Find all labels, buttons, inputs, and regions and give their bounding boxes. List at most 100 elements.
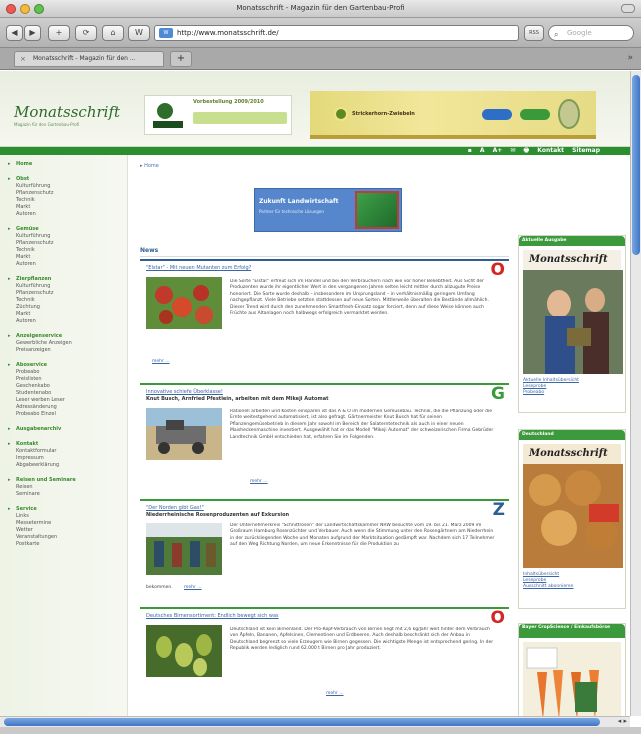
read-more-link[interactable]: mehr ... — [184, 585, 202, 590]
nav-item-link[interactable]: Pflanzenschutz — [16, 290, 127, 297]
forward-button[interactable]: ▶ — [24, 25, 41, 41]
window-titlebar: Monatsschrift - Magazin für den Gartenba… — [0, 0, 641, 18]
scroll-arrows-icon[interactable]: ◂ ▸ — [618, 717, 627, 725]
nav-item-link[interactable]: Pflanzenschutz — [16, 190, 127, 197]
nav-item-link[interactable]: Pflanzenschutz — [16, 240, 127, 247]
nav-item-link[interactable]: Autoren — [16, 211, 127, 218]
nav-heading-link[interactable]: Anzeigenservice — [8, 333, 127, 340]
new-tab-button[interactable]: + — [170, 51, 192, 67]
subscribe-link[interactable]: Ausschnitt abonnieren — [519, 584, 625, 590]
news-heading: News — [140, 247, 159, 254]
address-bar[interactable]: W http://www.monatsschrift.de/ — [154, 25, 519, 41]
nav-item-link[interactable]: Autoren — [16, 261, 127, 268]
nav-item-link[interactable]: Gewerbliche Anzeigen — [16, 340, 127, 347]
nav-item-link[interactable]: Markt — [16, 311, 127, 318]
read-more-link[interactable]: mehr ... — [250, 479, 268, 484]
nav-item-link[interactable]: Markt — [16, 254, 127, 261]
nav-item-link[interactable]: Technik — [16, 197, 127, 204]
nav-section: Reisen und SeminareReisenSeminare — [8, 477, 127, 498]
read-more-link[interactable]: mehr ... — [152, 359, 170, 364]
tab-bar: × Monatsschrift - Magazin für den ... + … — [0, 48, 641, 70]
nav-item-link[interactable]: Adressänderung — [16, 404, 127, 411]
site-tools[interactable]: ▪ A A+ ✉ 🖶 Kontakt Sitemap — [468, 147, 600, 155]
nav-item-link[interactable]: Technik — [16, 247, 127, 254]
nav-item-link[interactable]: Postkarte — [16, 541, 127, 548]
promo-banner[interactable]: Zukunft Landwirtschaft Partner für techn… — [254, 188, 402, 232]
rss-icon[interactable]: RSS — [524, 25, 544, 41]
article-title-link[interactable]: "Elstar" - Mit neuen Mutanten zum Erfolg… — [146, 265, 251, 271]
nav-item-link[interactable]: Leser werben Leser — [16, 397, 127, 404]
nav-item-link[interactable]: Studentenabo — [16, 390, 127, 397]
nav-item-link[interactable]: Probeabo — [16, 369, 127, 376]
article-title-link[interactable]: Deutsches Birnensortiment: Endlich beweg… — [146, 613, 279, 619]
nav-item-link[interactable]: Seminare — [16, 491, 127, 498]
ad-banner-left[interactable]: Vorbestellung 2009/2010 — [144, 95, 292, 135]
nav-item-link[interactable]: Markt — [16, 204, 127, 211]
tab-overflow-icon[interactable]: » — [627, 53, 633, 63]
nav-section: ZierpflanzenKulturführungPflanzenschutzT… — [8, 276, 127, 325]
box-heading: Bayer CropScience / Einkaufsbörse — [519, 624, 625, 638]
nav-item-link[interactable]: Autoren — [16, 318, 127, 325]
vertical-scroll-thumb[interactable] — [632, 75, 640, 255]
article-title-link[interactable]: "Der Norden gibt Gas!" — [146, 505, 204, 511]
nav-heading-link[interactable]: Ausgabenarchiv — [8, 426, 127, 433]
reload-button[interactable]: ⟳ — [75, 25, 97, 41]
add-bookmark-button[interactable]: + — [48, 25, 70, 41]
nav-item-link[interactable]: Preislisten — [16, 376, 127, 383]
ad-banner-right-text: Strickerhorn-Zwiebeln — [352, 111, 415, 117]
ad-banner-right[interactable]: Strickerhorn-Zwiebeln — [310, 91, 596, 139]
nav-item-link[interactable]: Impressum — [16, 455, 127, 462]
trial-subscription-link[interactable]: Probeabo — [519, 390, 625, 396]
nav-item-link[interactable]: Geschenkabo — [16, 383, 127, 390]
home-button[interactable]: ⌂ — [102, 25, 124, 41]
ad-banner-left-text: Vorbestellung 2009/2010 — [193, 99, 264, 105]
search-field[interactable]: ⌕ Google — [548, 25, 634, 41]
site-icon-button[interactable]: W — [128, 25, 150, 41]
close-tab-icon[interactable]: × — [20, 52, 26, 66]
nav-item-link[interactable]: Kulturführung — [16, 283, 127, 290]
nav-item-link[interactable]: Veranstaltungen — [16, 534, 127, 541]
carrots-ad-image[interactable] — [523, 642, 621, 716]
nav-item-link[interactable]: Links — [16, 513, 127, 520]
nav-heading-link[interactable]: Obst — [8, 176, 127, 183]
nav-item-link[interactable]: Kontaktformular — [16, 448, 127, 455]
apples-image — [146, 277, 222, 329]
back-button[interactable]: ◀ — [6, 25, 23, 41]
horizontal-scrollbar[interactable]: ◂ ▸ — [0, 716, 630, 727]
magazine-cover-image[interactable]: Monatsschrift — [523, 250, 623, 374]
nav-item-link[interactable]: Reisen — [16, 484, 127, 491]
nav-heading-link[interactable]: Zierpflanzen — [8, 276, 127, 283]
nav-item-link[interactable]: Probeabo Einzel — [16, 411, 127, 418]
nav-item-link[interactable]: Technik — [16, 297, 127, 304]
cover-photo — [523, 270, 623, 374]
nav-heading-link[interactable]: Kontakt — [8, 441, 127, 448]
category-letter: O — [490, 260, 505, 280]
nav-heading-link[interactable]: Aboservice — [8, 362, 127, 369]
nav-section: Ausgabenarchiv — [8, 426, 127, 433]
nav-item-link[interactable]: Kulturführung — [16, 233, 127, 240]
nav-item-link[interactable]: Züchtung — [16, 304, 127, 311]
tab-monatsschrift[interactable]: × Monatsschrift - Magazin für den ... — [14, 51, 164, 67]
site-toolbar: ▪ A A+ ✉ 🖶 Kontakt Sitemap — [0, 147, 630, 155]
magazine-cover-image[interactable]: Monatsschrift — [523, 444, 623, 568]
nav-section: AnzeigenserviceGewerbliche AnzeigenPreis… — [8, 333, 127, 354]
nav-item-link[interactable]: Preisanzeigen — [16, 347, 127, 354]
nav-item-link[interactable]: Messetermine — [16, 520, 127, 527]
breadcrumb[interactable]: Home — [140, 163, 159, 169]
news-article: "Elstar" - Mit neuen Mutanten zum Erfolg… — [140, 259, 509, 373]
article-title-link[interactable]: Innovative schiefe Überklasse! — [146, 389, 223, 395]
toolbar-toggle-button[interactable] — [621, 4, 635, 13]
vertical-scrollbar[interactable] — [630, 71, 641, 716]
nav-heading-link[interactable]: Reisen und Seminare — [8, 477, 127, 484]
read-more-link[interactable]: mehr ... — [326, 691, 344, 696]
leaf-image — [355, 191, 399, 229]
nav-heading-link[interactable]: Gemüse — [8, 226, 127, 233]
nav-item-link[interactable]: Kulturführung — [16, 183, 127, 190]
nav-heading-link[interactable]: Service — [8, 506, 127, 513]
article-divider — [140, 383, 509, 385]
horizontal-scroll-thumb[interactable] — [4, 718, 600, 726]
nav-item-link[interactable]: Wetter — [16, 527, 127, 534]
nav-item-link[interactable]: Abgabeerklärung — [16, 462, 127, 469]
nav-heading-link[interactable]: Home — [8, 161, 127, 168]
site-logo[interactable]: Monatsschrift — [14, 103, 120, 121]
